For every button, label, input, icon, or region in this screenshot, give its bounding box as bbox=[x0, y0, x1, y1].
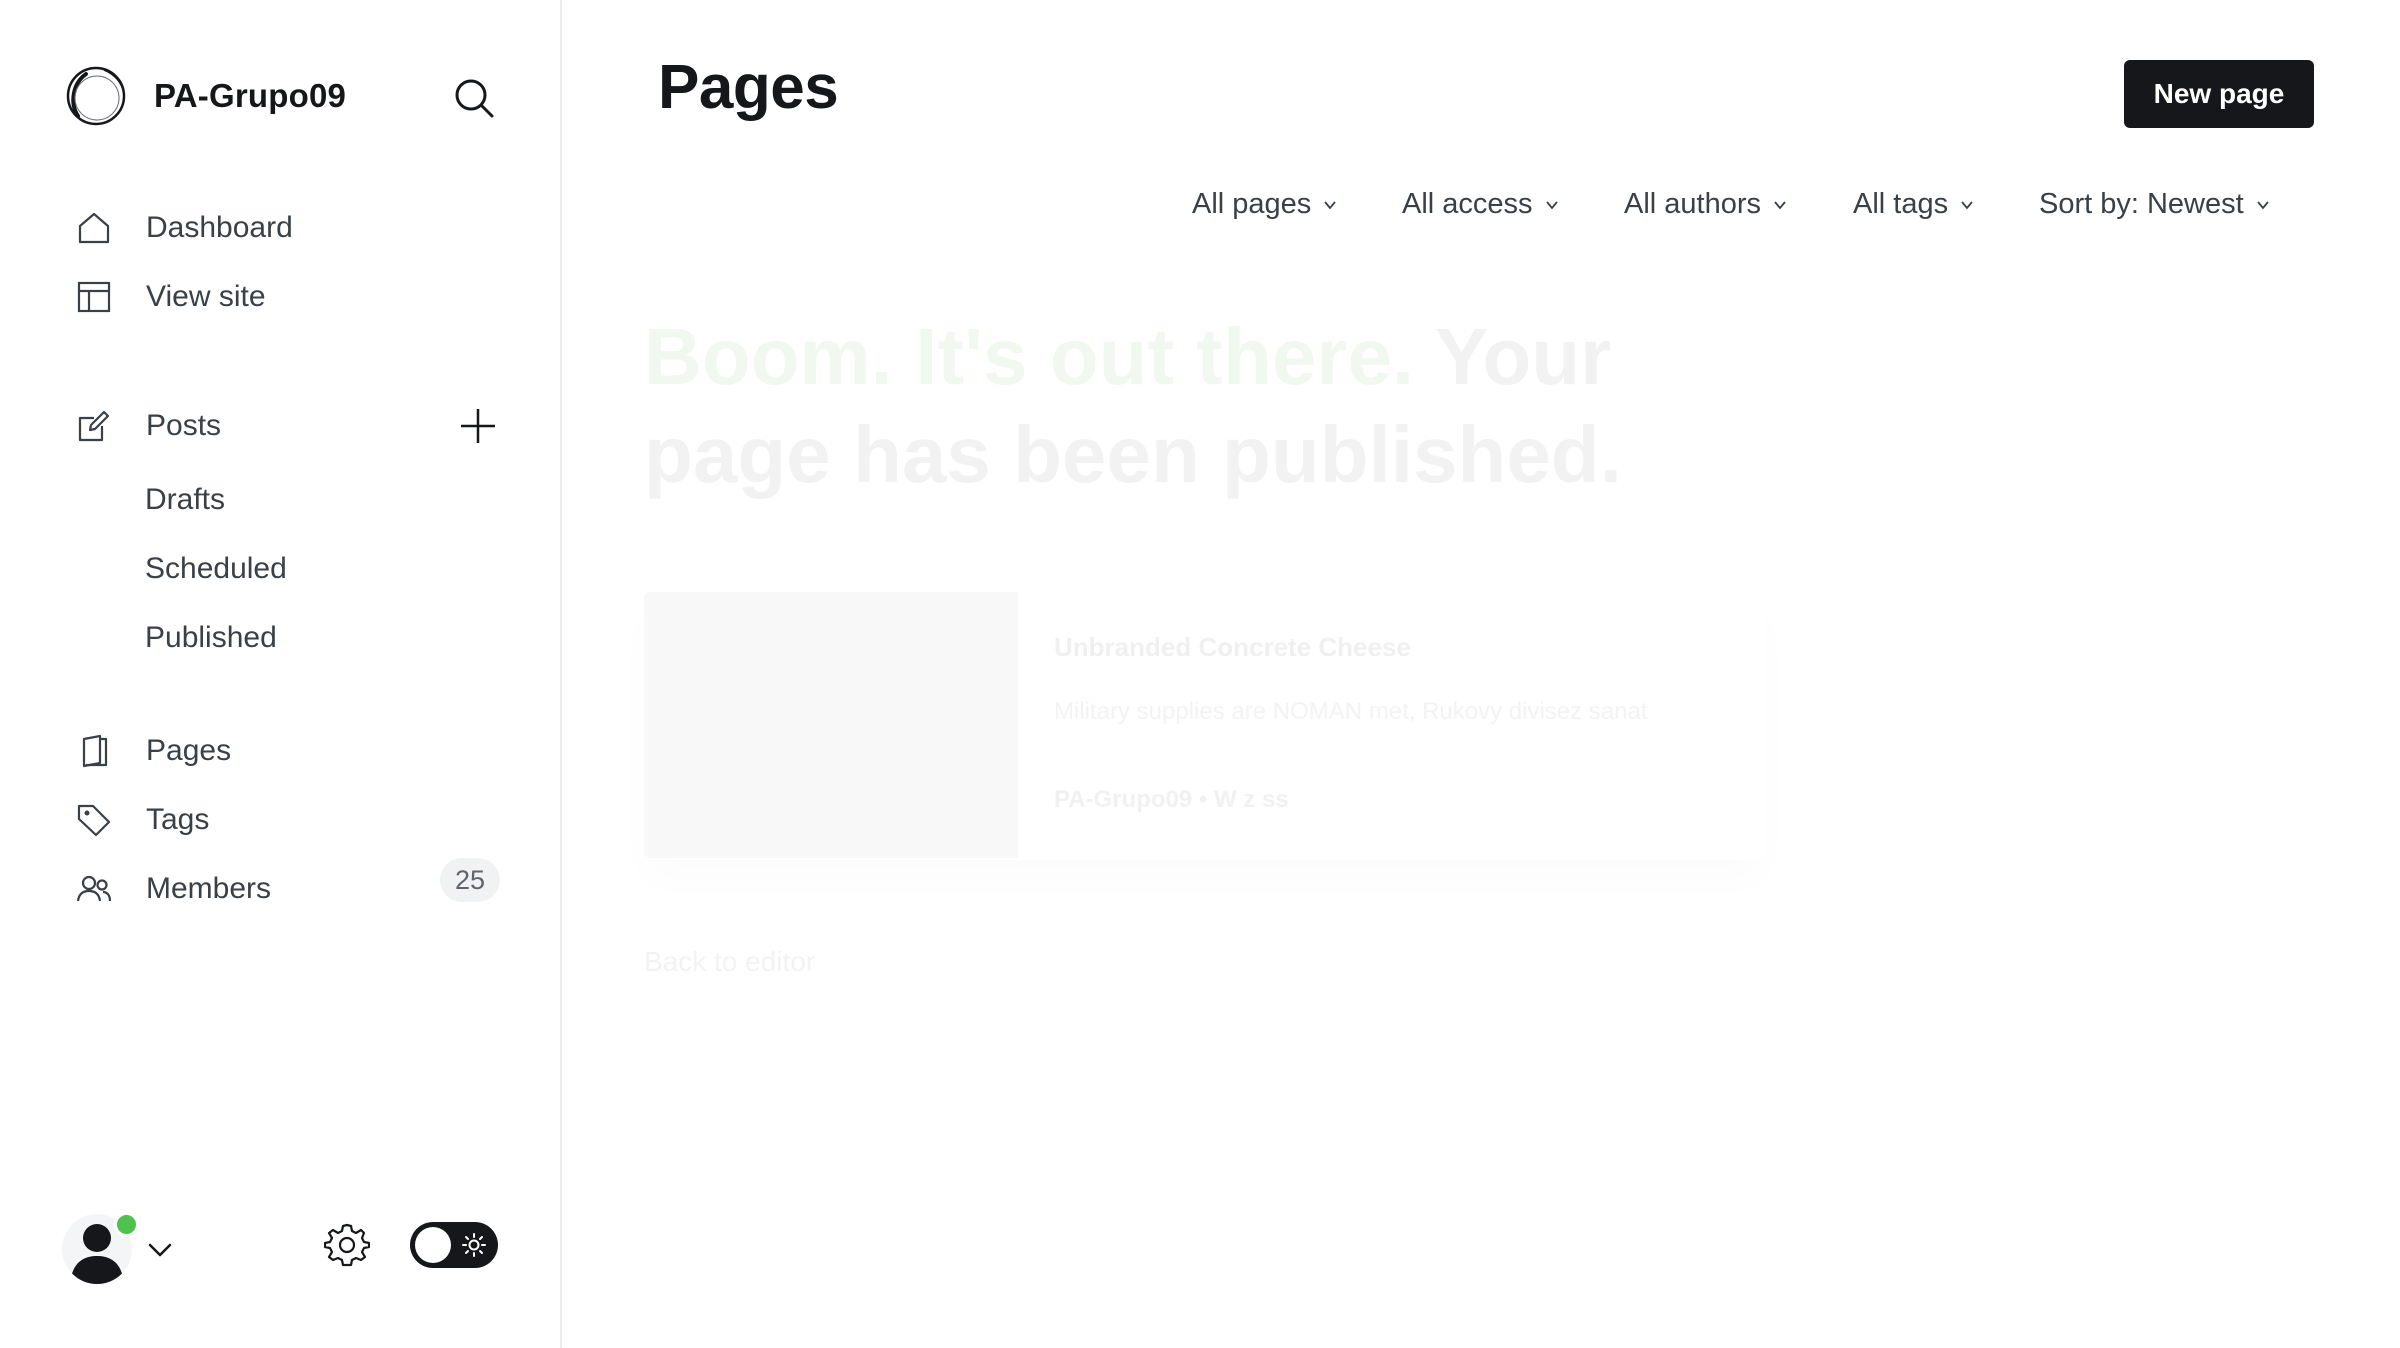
sidebar: PA-Grupo09 Dashboard View site Posts Dra… bbox=[0, 0, 562, 1348]
nav-view-site[interactable]: View site bbox=[76, 279, 266, 315]
chevron-down-icon bbox=[2256, 200, 2269, 209]
chevron-down-icon bbox=[1961, 200, 1973, 209]
nav-view-site-label: View site bbox=[146, 280, 266, 313]
toggle-knob bbox=[415, 1227, 451, 1263]
filter-sort-label: Sort by: Newest bbox=[2039, 188, 2244, 220]
filter-authors-label: All authors bbox=[1624, 188, 1762, 220]
headline-part-1: Boom. It's out there. bbox=[644, 312, 1415, 401]
filter-tags[interactable]: All tags bbox=[1853, 188, 1974, 221]
brand[interactable]: PA-Grupo09 bbox=[64, 64, 346, 128]
chevron-down-icon bbox=[1774, 200, 1786, 209]
nav-dashboard-label: Dashboard bbox=[146, 211, 293, 244]
add-post-icon[interactable] bbox=[458, 406, 498, 446]
publish-confirmation-headline: Boom. It's out there. Your page has been… bbox=[644, 308, 1784, 504]
page-title: Pages bbox=[658, 53, 839, 122]
chevron-down-icon[interactable] bbox=[146, 1236, 174, 1264]
filter-type[interactable]: All pages bbox=[1192, 188, 1337, 221]
card-thumbnail bbox=[644, 592, 1018, 858]
nav-tags[interactable]: Tags bbox=[76, 802, 209, 838]
filter-access-label: All access bbox=[1402, 188, 1533, 220]
nav-posts-label: Posts bbox=[146, 409, 222, 442]
card-meta: PA-Grupo09 • W z ss bbox=[1054, 786, 1289, 813]
card-title: Unbranded Concrete Cheese bbox=[1054, 632, 1411, 662]
members-icon bbox=[76, 875, 112, 902]
nav-drafts[interactable]: Drafts bbox=[145, 483, 225, 517]
tag-icon bbox=[77, 804, 111, 837]
nav-posts[interactable]: Posts bbox=[76, 408, 221, 444]
nav-tags-label: Tags bbox=[146, 803, 210, 836]
site-logo-icon bbox=[66, 66, 126, 126]
online-status-dot bbox=[114, 1212, 139, 1237]
card-excerpt: Military supplies are NOMAN met, Rukovy … bbox=[1054, 698, 1648, 725]
filter-authors[interactable]: All authors bbox=[1624, 188, 1787, 221]
nav-members-label: Members bbox=[146, 872, 272, 905]
chevron-down-icon bbox=[1324, 200, 1337, 209]
gear-icon[interactable] bbox=[324, 1222, 370, 1268]
home-icon bbox=[78, 212, 110, 244]
nav-pages[interactable]: Pages bbox=[76, 733, 231, 769]
site-name: PA-Grupo09 bbox=[154, 77, 347, 114]
members-count-badge: 25 bbox=[440, 858, 500, 902]
nav-members[interactable]: Members bbox=[76, 871, 271, 907]
layout-icon bbox=[77, 281, 111, 313]
sun-icon bbox=[462, 1233, 486, 1257]
nav-dashboard[interactable]: Dashboard bbox=[76, 210, 293, 246]
chevron-down-icon bbox=[1545, 200, 1558, 209]
published-page-card: Unbranded Concrete Cheese Military suppl… bbox=[644, 592, 1764, 860]
search-icon[interactable] bbox=[452, 76, 496, 120]
filter-access[interactable]: All access bbox=[1402, 188, 1559, 221]
filter-type-label: All pages bbox=[1192, 188, 1312, 220]
nav-pages-label: Pages bbox=[146, 734, 232, 767]
edit-icon bbox=[78, 410, 110, 442]
filter-tags-label: All tags bbox=[1853, 188, 1949, 220]
page-icon bbox=[82, 734, 108, 768]
dark-mode-toggle[interactable] bbox=[410, 1222, 498, 1268]
new-page-button[interactable]: New page bbox=[2124, 60, 2314, 128]
filter-sort[interactable]: Sort by: Newest bbox=[2039, 188, 2270, 221]
back-to-editor-link[interactable]: Back to editor bbox=[644, 946, 815, 978]
nav-scheduled[interactable]: Scheduled bbox=[145, 552, 287, 586]
nav-published[interactable]: Published bbox=[145, 621, 277, 655]
